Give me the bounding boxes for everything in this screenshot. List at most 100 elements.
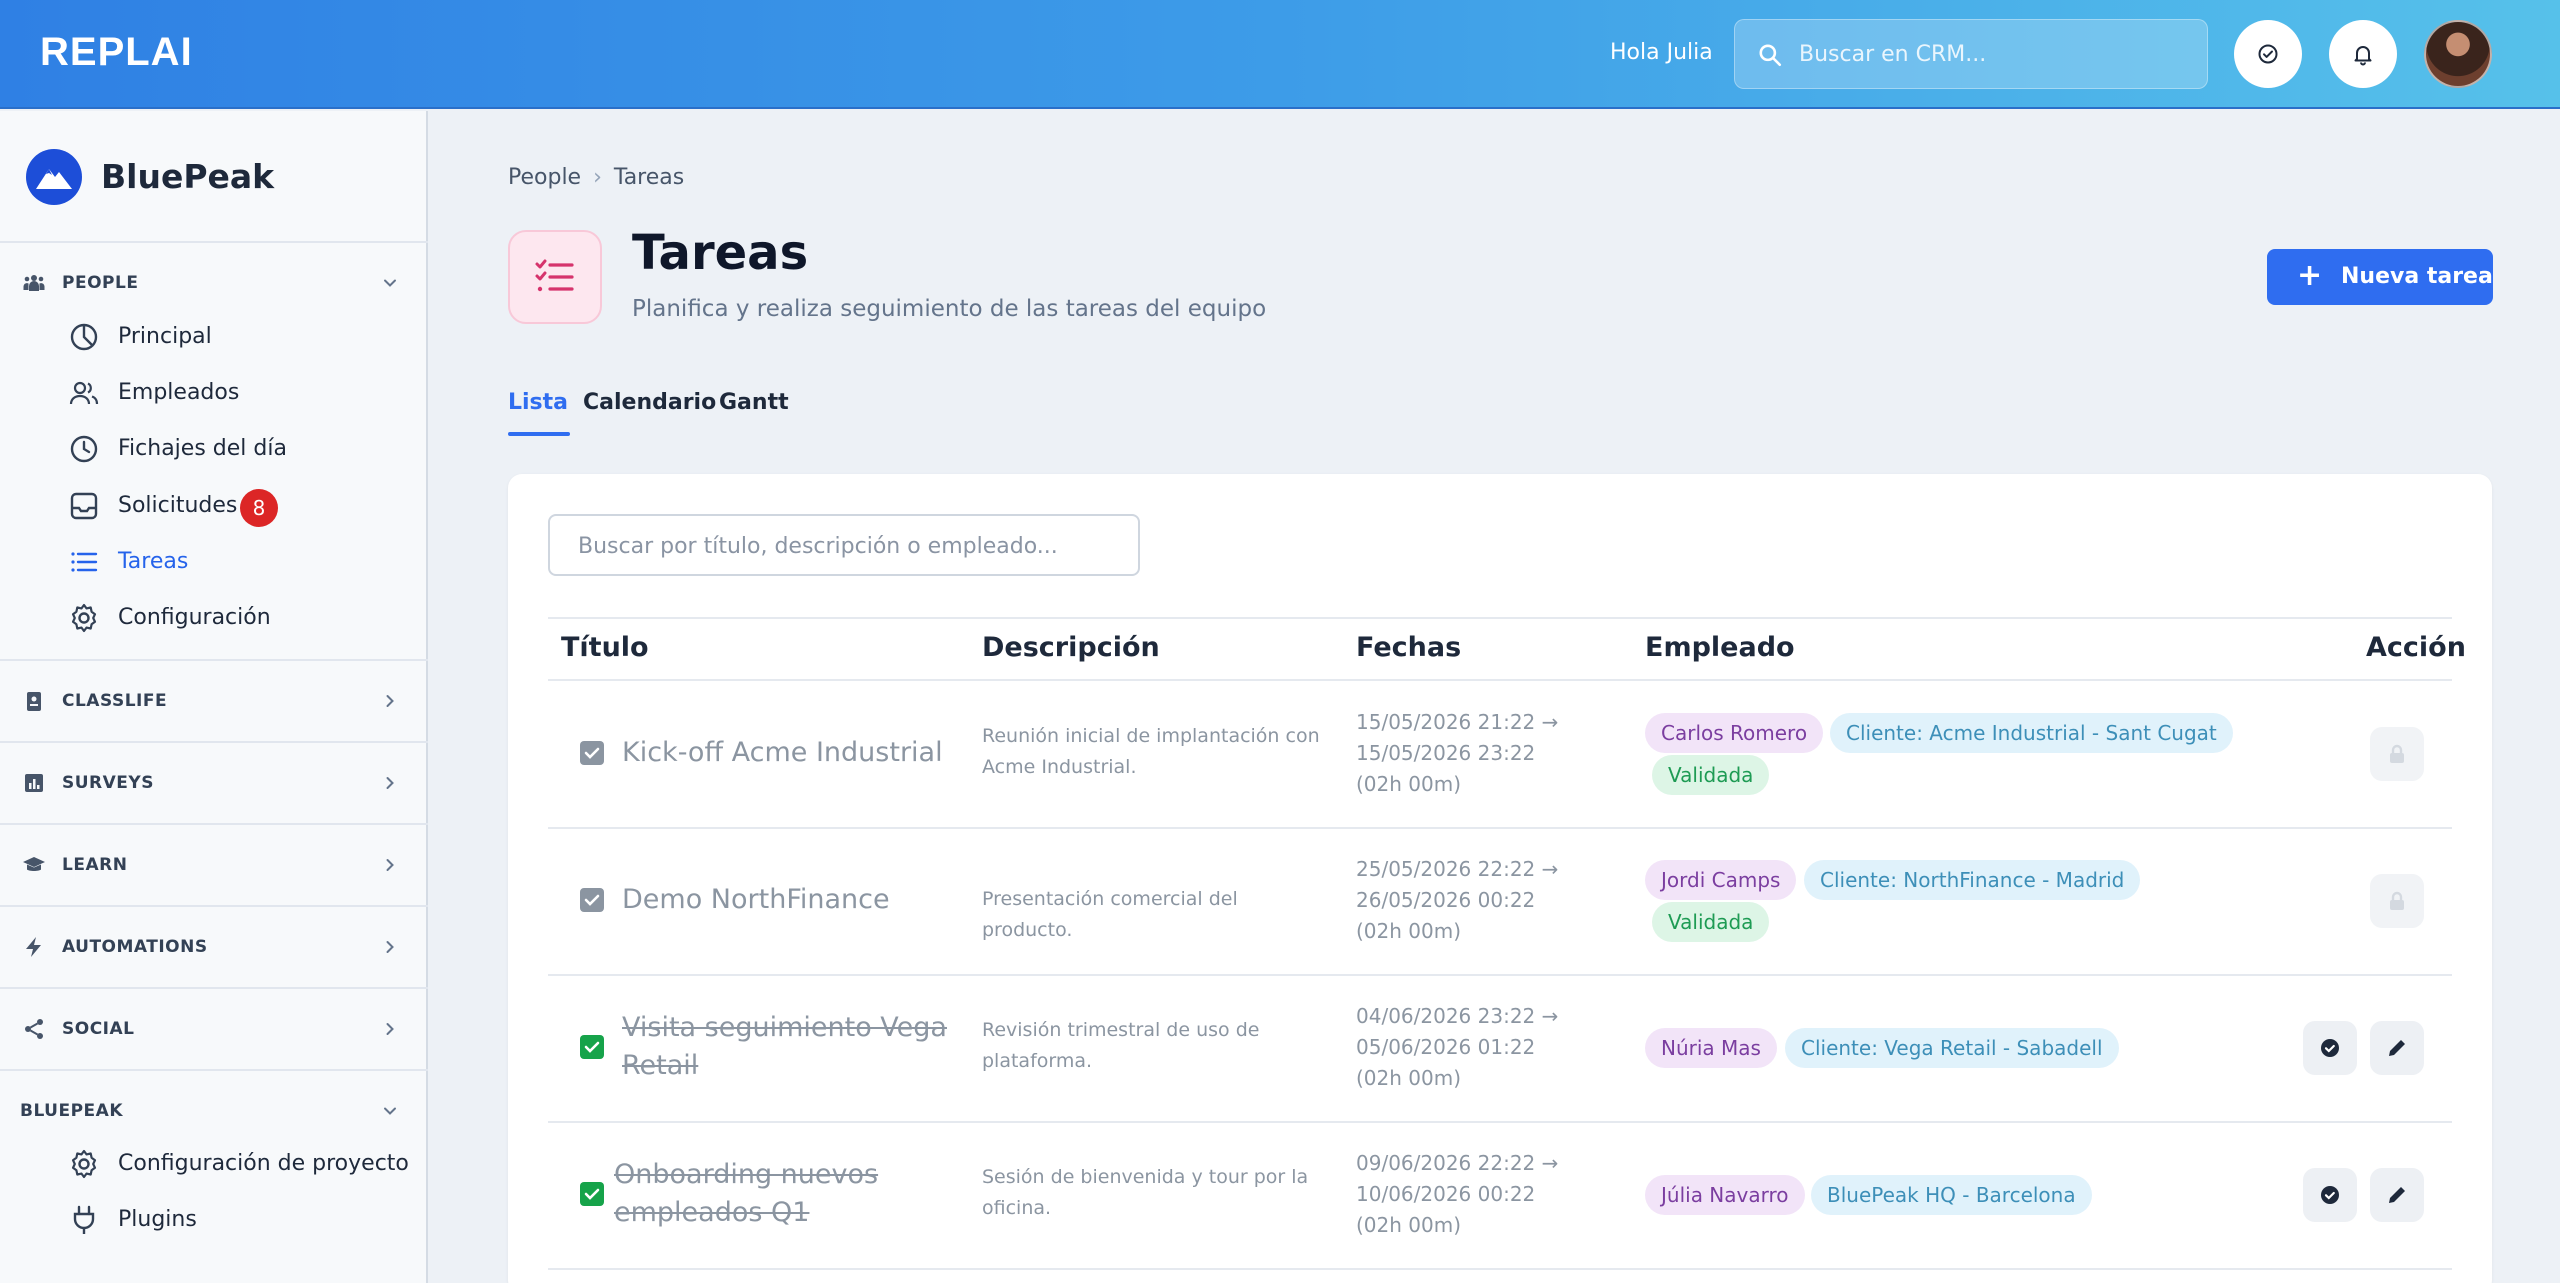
chevron-right-icon — [386, 941, 394, 953]
active-tab-indicator — [508, 432, 570, 436]
graduation-cap-icon — [23, 857, 45, 871]
bar-chart-icon — [25, 774, 43, 792]
breadcrumb-tareas: Tareas — [613, 165, 685, 190]
section-surveys[interactable]: SURVEYS — [0, 763, 428, 803]
sidebar-item-principal[interactable]: Principal — [0, 311, 428, 361]
new-task-button[interactable]: + Nueva tarea — [2267, 249, 2493, 305]
section-learn[interactable]: LEARN — [0, 845, 428, 885]
app-logo[interactable]: REPLAI — [40, 30, 193, 75]
section-label: LEARN — [62, 855, 128, 875]
employee-tag[interactable]: Jordi Camps — [1645, 860, 1797, 900]
divider — [0, 823, 428, 825]
edit-task-button[interactable] — [2370, 1168, 2424, 1222]
task-title[interactable]: Demo NorthFinance — [622, 881, 890, 919]
notifications-button[interactable] — [2329, 20, 2397, 88]
task-search-input[interactable]: Buscar por título, descripción o emplead… — [548, 514, 1140, 576]
task-description: Revisión trimestral de uso de plataforma. — [982, 1019, 1260, 1072]
chevron-right-icon — [386, 1023, 394, 1035]
client-tag[interactable]: Cliente: Acme Industrial - Sant Cugat — [1830, 713, 2233, 753]
tab-gantt[interactable]: Gantt — [719, 390, 789, 415]
crm-search-input[interactable]: Buscar en CRM... — [1734, 19, 2208, 89]
plus-icon: + — [2297, 258, 2323, 293]
task-title[interactable]: Onboarding nuevos empleados Q1 — [614, 1156, 878, 1232]
table-row: Kick-off Acme Industrial Reunión inicial… — [548, 681, 2452, 827]
sidebar-item-label: Tareas — [118, 549, 189, 574]
chevron-right-icon — [386, 859, 394, 871]
section-social[interactable]: SOCIAL — [0, 1009, 428, 1049]
column-header-titulo: Título — [561, 632, 649, 663]
task-title[interactable]: Kick-off Acme Industrial — [622, 734, 943, 772]
sidebar-item-plugins[interactable]: Plugins — [0, 1194, 428, 1244]
task-dates: 09/06/2026 22:22 → 10/06/2026 00:22 (02h 0… — [1356, 1151, 1559, 1237]
task-title[interactable]: Visita seguimiento Vega Retail — [622, 1009, 947, 1085]
checkmark-icon — [584, 1188, 600, 1200]
employee-tag[interactable]: Júlia Navarro — [1645, 1175, 1805, 1215]
divider — [0, 741, 428, 743]
client-tag[interactable]: Cliente: Vega Retail - Sabadell — [1785, 1028, 2119, 1068]
sidebar-item-configuracion-proyecto[interactable]: Configuración de proyecto — [0, 1138, 428, 1188]
pencil-icon — [2389, 1040, 2405, 1056]
table-header-top-border — [548, 617, 2452, 619]
mountain-logo-icon — [26, 149, 82, 205]
section-automations[interactable]: AUTOMATIONS — [0, 927, 428, 967]
task-checkbox[interactable] — [580, 1035, 604, 1059]
task-list-icon — [508, 230, 602, 324]
sidebar-item-label: Solicitudes — [118, 493, 238, 518]
check-circle-icon — [2321, 1186, 2339, 1204]
task-checkbox[interactable] — [580, 1182, 604, 1206]
sidebar-item-label: Fichajes del día — [118, 436, 287, 461]
gear-icon — [71, 603, 97, 633]
table-row: Visita seguimiento Vega Retail Revisión t… — [548, 975, 2452, 1121]
bell-icon — [2354, 46, 2372, 66]
section-people[interactable]: PEOPLE — [0, 263, 428, 303]
column-header-fechas: Fechas — [1356, 632, 1462, 663]
section-label: CLASSLIFE — [62, 691, 168, 711]
employee-tag[interactable]: Núria Mas — [1645, 1028, 1777, 1068]
sidebar-item-empleados[interactable]: Empleados — [0, 367, 428, 417]
tab-calendario[interactable]: Calendario — [583, 390, 716, 415]
user-avatar[interactable] — [2424, 20, 2492, 88]
sidebar-item-configuracion[interactable]: Configuración — [0, 592, 428, 642]
share-icon — [25, 1019, 43, 1039]
column-header-descripcion: Descripción — [982, 632, 1160, 663]
sidebar: BluePeak PEOPLE Principal Empleados Fich… — [0, 111, 428, 1283]
complete-task-button[interactable] — [2303, 1021, 2357, 1075]
plug-icon — [73, 1205, 95, 1234]
edit-task-button[interactable] — [2370, 1021, 2424, 1075]
list-icon — [71, 552, 98, 572]
pencil-icon — [2389, 1187, 2405, 1203]
section-label: BLUEPEAK — [20, 1101, 124, 1121]
sidebar-item-fichajes[interactable]: Fichajes del día — [0, 423, 428, 473]
task-checkbox[interactable] — [580, 741, 604, 765]
status-badge: Validada — [1652, 902, 1770, 942]
tab-lista[interactable]: Lista — [508, 390, 568, 415]
complete-task-button[interactable] — [2303, 1168, 2357, 1222]
employee-tag[interactable]: Carlos Romero — [1645, 713, 1824, 753]
sidebar-item-label: Plugins — [118, 1207, 197, 1232]
brand-name: BluePeak — [101, 157, 275, 196]
client-tag[interactable]: BluePeak HQ - Barcelona — [1811, 1175, 2092, 1215]
section-label: PEOPLE — [62, 273, 139, 293]
sidebar-item-label: Empleados — [118, 380, 240, 405]
breadcrumb: People › Tareas — [508, 165, 684, 190]
breadcrumb-people[interactable]: People — [508, 165, 581, 190]
column-header-accion: Acción — [2366, 632, 2466, 663]
client-tag[interactable]: Cliente: NorthFinance - Madrid — [1804, 860, 2141, 900]
check-circle-icon — [2321, 1039, 2339, 1057]
task-search-placeholder: Buscar por título, descripción o emplead… — [578, 534, 1058, 559]
clock-icon — [70, 435, 98, 463]
section-bluepeak[interactable]: BLUEPEAK — [0, 1091, 428, 1131]
people-icon — [23, 275, 45, 291]
locked-action-button — [2370, 727, 2424, 781]
tasks-check-button[interactable] — [2234, 20, 2302, 88]
section-label: AUTOMATIONS — [62, 937, 208, 957]
task-checkbox[interactable] — [580, 888, 604, 912]
sidebar-item-tareas[interactable]: Tareas — [0, 536, 428, 586]
crm-search-placeholder: Buscar en CRM... — [1799, 42, 1987, 67]
lock-icon — [2390, 891, 2404, 910]
top-bar: REPLAI Hola Julia Buscar en CRM... — [0, 0, 2560, 109]
divider — [0, 905, 428, 907]
solicitudes-count-badge: 8 — [240, 489, 278, 527]
section-classlife[interactable]: CLASSLIFE — [0, 681, 428, 721]
sidebar-item-solicitudes[interactable]: Solicitudes 8 — [0, 480, 428, 530]
